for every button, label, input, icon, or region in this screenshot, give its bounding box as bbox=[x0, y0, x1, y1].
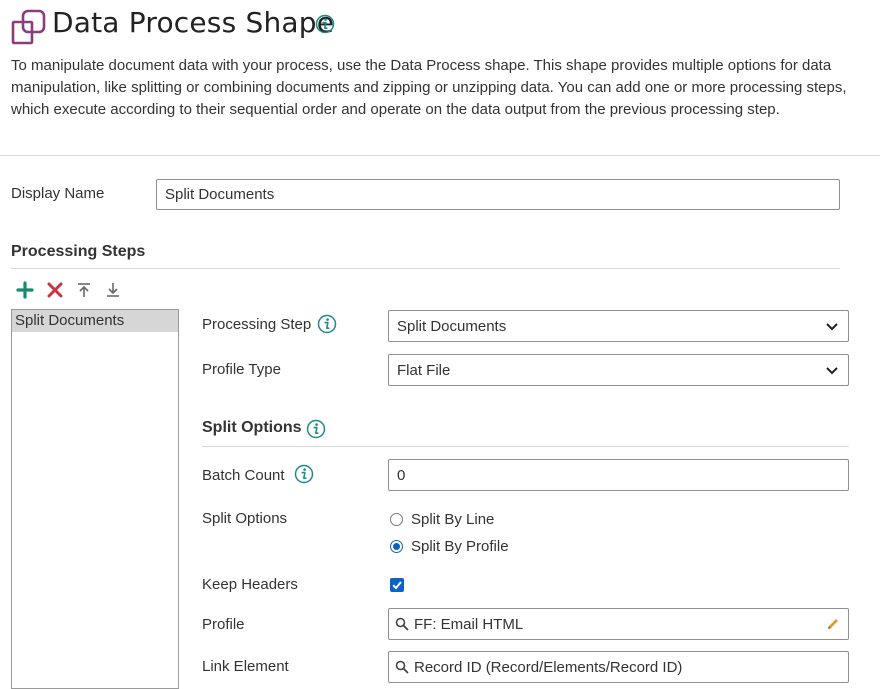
split-by-profile-radio[interactable]: Split By Profile bbox=[390, 538, 509, 555]
processing-step-value: Split Documents bbox=[397, 317, 507, 335]
processing-step-label: Processing Step bbox=[202, 316, 312, 333]
chevron-down-icon bbox=[826, 323, 838, 331]
display-name-input[interactable]: Split Documents bbox=[156, 179, 840, 210]
profile-field[interactable]: FF: Email HTML bbox=[388, 608, 849, 640]
batch-count-label: Batch Count bbox=[202, 467, 285, 484]
link-element-label: Link Element bbox=[202, 658, 289, 675]
processing-steps-list[interactable]: Split Documents bbox=[11, 309, 179, 689]
shape-icon bbox=[11, 9, 47, 45]
title-info-icon[interactable] bbox=[315, 14, 335, 39]
batch-count-input[interactable]: 0 bbox=[388, 459, 849, 491]
profile-value: FF: Email HTML bbox=[414, 615, 524, 633]
radio-button[interactable] bbox=[390, 513, 403, 526]
processing-step-info-icon[interactable] bbox=[317, 314, 337, 339]
profile-type-label: Profile Type bbox=[202, 361, 281, 378]
processing-step-select[interactable]: Split Documents bbox=[388, 310, 849, 342]
radio-button-selected[interactable] bbox=[390, 540, 403, 553]
split-options-title: Split Options bbox=[202, 419, 302, 436]
chevron-down-icon bbox=[826, 367, 838, 375]
page-title: Data Process Shape bbox=[52, 6, 335, 39]
delete-step-button[interactable] bbox=[46, 281, 64, 299]
header-divider bbox=[0, 155, 880, 156]
profile-type-select[interactable]: Flat File bbox=[388, 354, 849, 386]
move-up-button[interactable] bbox=[75, 281, 93, 299]
split-by-line-label: Split By Line bbox=[411, 511, 495, 528]
batch-count-info-icon[interactable] bbox=[294, 464, 314, 489]
page-description: To manipulate document data with your pr… bbox=[11, 57, 847, 118]
split-options-divider bbox=[202, 446, 849, 447]
link-element-value: Record ID (Record/Elements/Record ID) bbox=[414, 658, 683, 676]
keep-headers-checkbox[interactable] bbox=[390, 578, 404, 592]
split-by-line-radio[interactable]: Split By Line bbox=[390, 511, 494, 528]
split-options-info-icon[interactable] bbox=[306, 419, 326, 444]
pencil-icon[interactable] bbox=[826, 617, 840, 631]
profile-label: Profile bbox=[202, 616, 245, 633]
move-down-button[interactable] bbox=[104, 281, 122, 299]
search-icon bbox=[395, 660, 409, 674]
processing-steps-divider bbox=[11, 268, 840, 269]
link-element-field[interactable]: Record ID (Record/Elements/Record ID) bbox=[388, 651, 849, 683]
list-item[interactable]: Split Documents bbox=[12, 310, 178, 332]
display-name-value: Split Documents bbox=[165, 186, 275, 203]
display-name-label: Display Name bbox=[11, 185, 105, 202]
keep-headers-label: Keep Headers bbox=[202, 576, 298, 593]
batch-count-value: 0 bbox=[397, 466, 406, 484]
split-options-label: Split Options bbox=[202, 510, 288, 527]
profile-type-value: Flat File bbox=[397, 361, 451, 379]
split-by-profile-label: Split By Profile bbox=[411, 538, 509, 555]
processing-steps-title: Processing Steps bbox=[11, 243, 146, 260]
add-step-button[interactable] bbox=[16, 281, 34, 299]
search-icon bbox=[395, 617, 409, 631]
check-icon bbox=[392, 581, 402, 590]
